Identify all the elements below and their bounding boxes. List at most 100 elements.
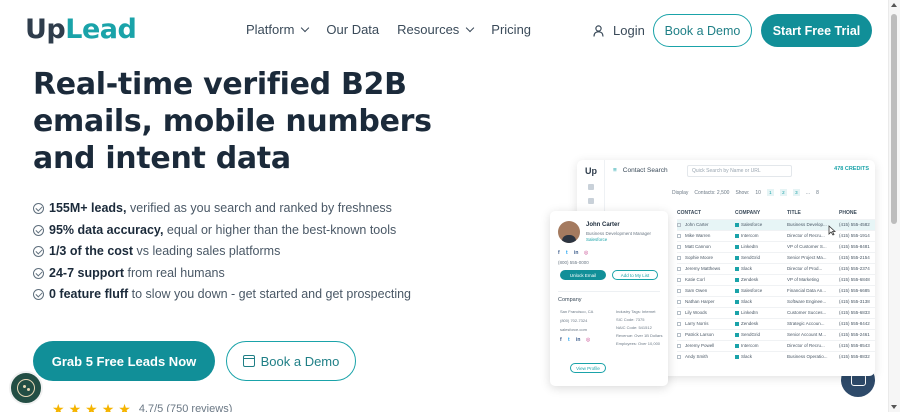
- cell-company: Slack: [735, 354, 752, 359]
- mockup-table-row: Katie Corl Zendesk VP of Marketing (415) 55…: [677, 274, 875, 285]
- mockup-table-row: John Carter Salesforce Business Develop...…: [677, 219, 875, 230]
- cell-title: Senior Project Ma...: [787, 255, 827, 260]
- company-name: Salesforce: [741, 222, 763, 227]
- page-scrollbar[interactable]: [888, 0, 900, 412]
- company-name: Salesforce: [741, 288, 763, 293]
- start-free-trial-button[interactable]: Start Free Trial: [761, 14, 872, 47]
- nav-our-data[interactable]: Our Data: [326, 22, 379, 37]
- feature-bold: 1/3 of the cost: [49, 244, 134, 258]
- row-checkbox: [677, 256, 681, 260]
- login-label: Login: [613, 23, 645, 38]
- logo-part-2: Lead: [65, 14, 137, 45]
- company-name: Slack: [741, 299, 753, 304]
- row-checkbox: [677, 289, 681, 293]
- company-logo-icon: [735, 277, 739, 282]
- check-circle-icon: [33, 289, 44, 300]
- cell-contact: Matt Cannon: [685, 244, 711, 249]
- company-logo-icon: [735, 244, 739, 249]
- login-link[interactable]: Login: [593, 23, 645, 38]
- nav-resources[interactable]: Resources: [397, 22, 475, 37]
- nav-resources-label: Resources: [397, 22, 460, 37]
- cell-phone: (415) 555-6833: [839, 310, 870, 315]
- unlock-email-button: Unlock Email: [560, 270, 606, 280]
- cell-company: LinkedIn: [735, 244, 758, 249]
- check-circle-icon: [33, 246, 44, 257]
- cell-contact: Mike Warren: [685, 233, 711, 238]
- company-name: Slack: [741, 266, 753, 271]
- page-button: 8: [816, 189, 819, 196]
- scroll-up-arrow[interactable]: [891, 3, 897, 7]
- uplead-logo[interactable]: UpLead: [25, 14, 137, 45]
- column-header: PHONE: [839, 210, 857, 216]
- nav-pricing[interactable]: Pricing: [491, 22, 531, 37]
- company-name: Intercom: [741, 233, 759, 238]
- star-icon: ★: [101, 401, 115, 412]
- company-name: Intercom: [741, 343, 759, 348]
- hero-headline: Real-time verified B2B emails, mobile nu…: [33, 67, 432, 176]
- row-checkbox: [677, 300, 681, 304]
- card-phone: (800) 555-0000: [558, 260, 589, 265]
- mockup-table-row: Andy Smith Slack Business Operatio... (415)…: [677, 351, 875, 362]
- cell-company: LinkedIn: [735, 310, 758, 315]
- cell-phone: (415) 555-2461: [839, 332, 870, 337]
- nav-pricing-label: Pricing: [491, 22, 532, 37]
- check-circle-icon: [33, 267, 44, 279]
- book-demo-header-button[interactable]: Book a Demo: [653, 14, 752, 47]
- cookie-settings-button[interactable]: [9, 371, 43, 405]
- row-checkbox: [677, 333, 681, 337]
- cell-title: Business Develop...: [787, 222, 827, 227]
- mockup-table-row: Larry Norris Zendesk Strategic Accoun... (4…: [677, 318, 875, 329]
- star-icon: ★: [85, 401, 98, 412]
- cell-title: Financial Data An...: [787, 288, 827, 293]
- feature-list: 155M+ leads, verified as you search and …: [33, 198, 433, 306]
- cell-phone: (415) 555-6848: [839, 277, 870, 282]
- cell-title: Senior Account M...: [787, 332, 827, 337]
- display-label: Display: [672, 189, 689, 196]
- cell-contact: Sam Owen: [685, 288, 708, 293]
- company-logo-icon: [735, 233, 739, 238]
- feature-item: 0 feature fluff to slow you down - get s…: [33, 284, 433, 306]
- book-demo-hero-button[interactable]: Book a Demo: [226, 341, 356, 381]
- add-to-list-button: Add to My List: [612, 270, 658, 280]
- mockup-table-row: Jeremy Powell Intercom Director of Recru..…: [677, 340, 875, 351]
- company-logo-icon: [735, 310, 739, 315]
- linkedin-icon: in: [576, 337, 581, 343]
- nav-our-data-label: Our Data: [326, 22, 380, 37]
- feature-item: 95% data accuracy, equal or higher than …: [33, 220, 433, 242]
- scroll-thumb[interactable]: [891, 14, 897, 224]
- company-logo-icon: [735, 288, 739, 293]
- mockup-logo: Up: [585, 166, 597, 176]
- cell-contact: Jeremy Powell: [685, 343, 715, 348]
- company-name: SendGrid: [741, 255, 761, 260]
- company-name: LinkedIn: [741, 310, 759, 315]
- row-checkbox: [677, 278, 681, 282]
- mockup-title: Contact Search: [622, 167, 668, 174]
- cell-phone: (415) 555-2154: [839, 255, 870, 260]
- chevron-down-icon: [466, 23, 475, 32]
- grab-free-leads-button[interactable]: Grab 5 Free Leads Now: [33, 341, 215, 381]
- facebook-icon: f: [560, 337, 562, 343]
- company-industry: Industry Tags: Internet: [616, 309, 656, 314]
- cell-contact: John Carter: [685, 222, 709, 227]
- company-location: San Francisco, CA: [560, 309, 594, 314]
- nav-platform[interactable]: Platform: [246, 22, 310, 37]
- sidebar-list-icon: [588, 198, 594, 204]
- cell-contact: Lily Woods: [685, 310, 707, 315]
- instagram-icon: ◎: [586, 337, 591, 343]
- company-logo-icon: [735, 255, 739, 260]
- company-name: SendGrid: [741, 332, 761, 337]
- cell-title: Software Enginee...: [787, 299, 827, 304]
- cell-title: Director of Prod...: [787, 266, 823, 271]
- scroll-down-arrow[interactable]: [891, 405, 897, 409]
- cell-phone: (415) 555-4582: [839, 222, 870, 227]
- cell-company: Salesforce: [735, 288, 762, 293]
- company-logo-icon: [735, 266, 739, 271]
- mockup-topbar: ≡ Contact Search: [613, 167, 668, 174]
- cell-title: Director of Recru...: [787, 343, 825, 348]
- feature-item: 24-7 support from real humans: [33, 263, 433, 285]
- cell-company: SendGrid: [735, 332, 760, 337]
- mockup-table-row: Mike Warren Intercom Director of Recru... (…: [677, 230, 875, 241]
- company-name: LinkedIn: [741, 244, 759, 249]
- cell-company: Salesforce: [735, 222, 762, 227]
- cell-company: Intercom: [735, 233, 759, 238]
